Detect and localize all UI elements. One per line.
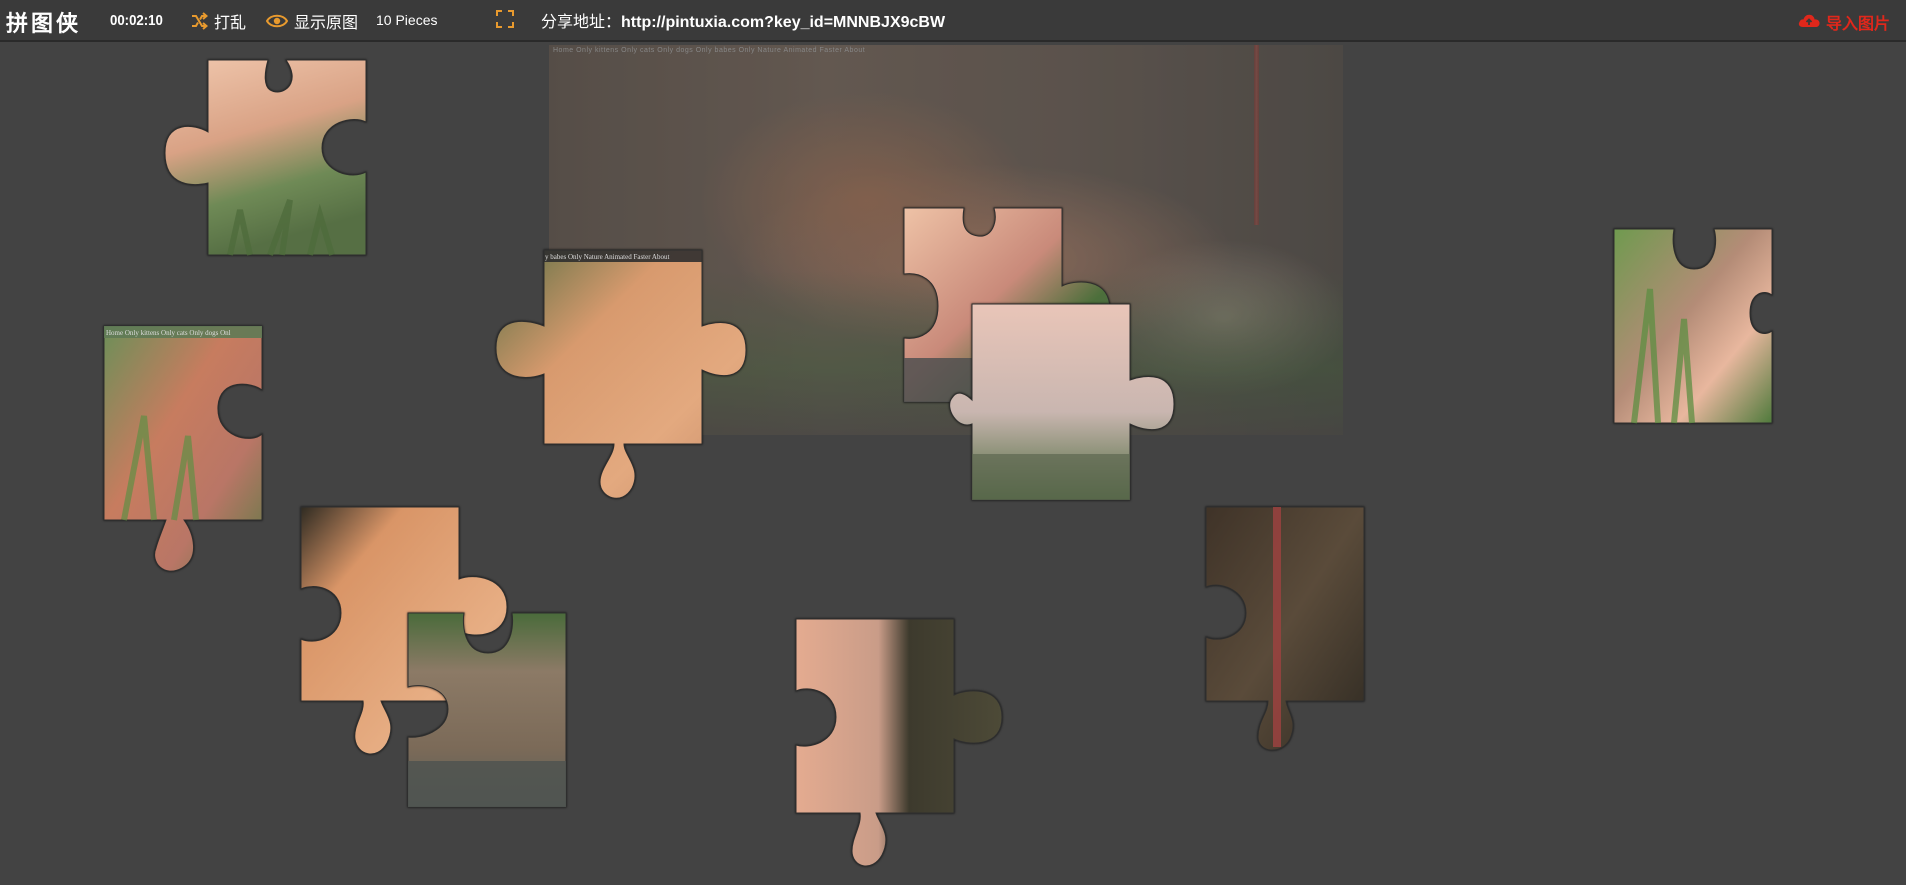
timer: 00:02:10 bbox=[110, 12, 163, 29]
puzzle-piece[interactable]: Home Only kittens Only cats Only dogs On… bbox=[103, 325, 274, 581]
puzzle-piece[interactable] bbox=[1205, 506, 1366, 762]
puzzle-piece[interactable] bbox=[160, 59, 370, 260]
puzzle-piece[interactable] bbox=[795, 618, 1006, 874]
puzzle-piece[interactable] bbox=[1613, 228, 1774, 425]
shuffle-label: 打乱 bbox=[214, 15, 247, 32]
toolbar: 拼图侠 00:02:10 打乱 显示原图 10 Pieces 分享地址：http… bbox=[0, 0, 1906, 42]
shuffle-button[interactable]: 打乱 bbox=[190, 8, 246, 34]
piece-nav-text: Home Only kittens Only cats Only dogs On… bbox=[106, 329, 231, 337]
show-original-label: 显示原图 bbox=[294, 15, 359, 32]
puzzle-piece[interactable]: y babes Only Nature Animated Faster Abou… bbox=[495, 249, 751, 502]
fullscreen-icon bbox=[496, 10, 514, 32]
piece-nav-text: y babes Only Nature Animated Faster Abou… bbox=[545, 253, 669, 261]
show-original-button[interactable]: 显示原图 bbox=[266, 8, 358, 34]
puzzle-piece[interactable] bbox=[407, 612, 570, 809]
ghost-nav-text: Home Only kittens Only cats Only dogs On… bbox=[553, 47, 866, 54]
share-address: 分享地址：http://pintuxia.com?key_id=MNNBJX9c… bbox=[541, 8, 945, 32]
share-url[interactable]: http://pintuxia.com?key_id=MNNBJX9cBW bbox=[621, 14, 945, 31]
cloud-upload-icon bbox=[1797, 12, 1821, 33]
piece-count: 10 Pieces bbox=[376, 12, 438, 28]
shuffle-icon bbox=[190, 12, 208, 30]
share-label: 分享地址： bbox=[541, 14, 622, 31]
puzzle-piece[interactable] bbox=[924, 303, 1175, 504]
ghost-stem bbox=[1254, 45, 1259, 225]
import-image-label: 导入图片 bbox=[1825, 16, 1890, 33]
eye-icon bbox=[266, 13, 288, 29]
import-image-button[interactable]: 导入图片 bbox=[1797, 10, 1890, 34]
fullscreen-button[interactable] bbox=[496, 10, 514, 33]
app-title: 拼图侠 bbox=[6, 11, 82, 36]
